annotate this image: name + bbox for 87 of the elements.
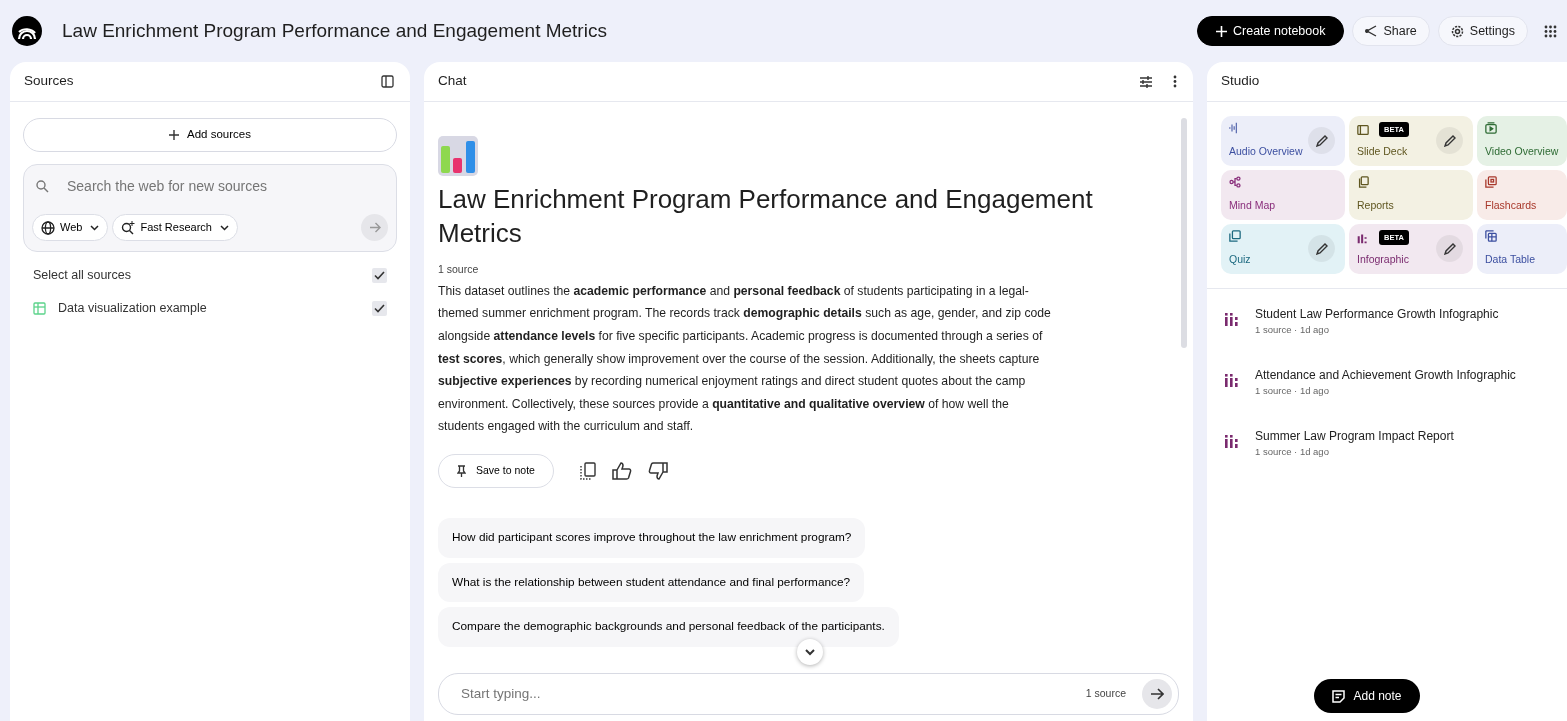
card-label: Reports xyxy=(1357,198,1395,214)
quiz-icon xyxy=(1229,230,1241,242)
flashcards-icon xyxy=(1485,176,1497,188)
suggested-question[interactable]: What is the relationship between student attendance and final performance? xyxy=(438,562,865,603)
settings-button[interactable]: Settings xyxy=(1437,16,1528,46)
source-name[interactable]: Data visualization example xyxy=(58,298,207,318)
search-field[interactable]: Search the web for new sources xyxy=(65,175,384,198)
share-button[interactable]: Share xyxy=(1352,16,1430,46)
panel-title: Chat xyxy=(438,72,467,91)
reports-card[interactable]: Reports xyxy=(1349,170,1473,220)
table-card[interactable]: Data Table xyxy=(1477,224,1567,274)
apps-grid-icon[interactable] xyxy=(1544,24,1557,38)
globe-icon xyxy=(41,220,55,235)
audio-card[interactable]: Audio Overview xyxy=(1221,116,1345,166)
send-button[interactable] xyxy=(1142,679,1172,709)
sparkle-search-icon xyxy=(121,220,136,235)
pin-icon xyxy=(457,464,466,477)
caret-icon xyxy=(219,224,229,231)
panel-title: Sources xyxy=(24,72,74,91)
checkbox[interactable] xyxy=(372,300,387,316)
create-notebook-button[interactable]: Create notebook xyxy=(1197,16,1345,46)
chat-input-field[interactable]: Start typing... 1 source xyxy=(438,673,1179,715)
edit-icon[interactable] xyxy=(1308,127,1335,154)
note-meta: 1 source · 1d ago xyxy=(1255,445,1330,459)
add-sources-button[interactable]: Add sources xyxy=(23,118,397,152)
video-card[interactable]: Video Overview xyxy=(1477,116,1567,166)
note-meta: 1 source · 1d ago xyxy=(1255,384,1330,398)
mind-map-icon xyxy=(1229,176,1241,188)
card-label: Video Overview xyxy=(1485,144,1559,160)
source-count: 1 source xyxy=(1085,686,1126,702)
collapse-panel-icon[interactable] xyxy=(379,73,396,90)
source-count: 1 source xyxy=(438,262,480,277)
notebook-title: Law Enrichment Program Performance and Engagement Metrics xyxy=(62,18,607,43)
app-logo-icon[interactable] xyxy=(12,16,42,46)
card-label: Mind Map xyxy=(1229,198,1277,214)
table-icon xyxy=(1485,230,1497,242)
spreadsheet-icon xyxy=(33,301,46,315)
note-icon xyxy=(1332,689,1346,703)
edit-icon[interactable] xyxy=(1436,235,1463,262)
summary-paragraph: This dataset outlines the academic performance and personal feedback of students participating in a legal-themed summer enrichment program. The records track demographic details such as age, gender, and zip code alongside attendance levels for five specific participants. Academic progress is documented through a series of test scores, which generally show improvement over the course of the session. Additionally, the sheets capture subjective experiences by recording numerical enjoyment ratings and direct student quotes about the camp environment. Collectively, these sources provide a quantitative and qualitative overview of how well the students engaged with the curriculum and staff. xyxy=(438,282,1052,436)
bar-chart-emoji-icon xyxy=(438,136,478,176)
note-title[interactable]: Summer Law Program Impact Report xyxy=(1255,427,1454,445)
mindmap-card[interactable]: Mind Map xyxy=(1221,170,1345,220)
caret-icon xyxy=(90,224,100,231)
more-options-icon[interactable] xyxy=(1171,73,1179,90)
flashcards-card[interactable]: Flashcards xyxy=(1477,170,1567,220)
settings-icon xyxy=(1450,24,1464,38)
checkbox[interactable] xyxy=(372,267,387,283)
note-meta: 1 source · 1d ago xyxy=(1255,323,1330,337)
plus-icon xyxy=(169,130,180,140)
quiz-card[interactable]: Quiz xyxy=(1221,224,1345,274)
thumbs-up-icon[interactable] xyxy=(609,459,634,482)
notebook-heading: Law Enrichment Program Performance and Engagement Metrics xyxy=(438,183,1094,250)
arrow-icon xyxy=(368,222,381,233)
tune-icon[interactable] xyxy=(1137,73,1155,90)
report-icon xyxy=(1357,176,1369,188)
scroll-down-button[interactable] xyxy=(797,639,823,665)
suggested-question[interactable]: How did participant scores improve throughout the law enrichment program? xyxy=(438,517,866,558)
add-note-button[interactable]: Add note xyxy=(1314,679,1420,713)
card-label: Slide Deck xyxy=(1357,144,1409,160)
scrollbar-thumb[interactable] xyxy=(1181,118,1187,348)
note-title[interactable]: Attendance and Achievement Growth Infographic xyxy=(1255,366,1516,384)
card-label: Audio Overview xyxy=(1229,144,1304,160)
card-label: Infographic xyxy=(1357,252,1410,268)
web-dropdown[interactable]: Web xyxy=(32,214,109,241)
plus-icon xyxy=(1216,25,1228,37)
note-title[interactable]: Student Law Performance Growth Infographic xyxy=(1255,305,1499,323)
infographic-icon xyxy=(1225,435,1239,448)
suggested-question[interactable]: Compare the demographic backgrounds and personal feedback of the participants. xyxy=(438,607,899,647)
card-label: Flashcards xyxy=(1485,198,1538,214)
card-label: Quiz xyxy=(1229,252,1252,268)
card-label: Data Table xyxy=(1485,252,1536,268)
panel-title: Studio xyxy=(1221,72,1260,91)
select-all-label: Select all sources xyxy=(33,267,131,284)
edit-icon[interactable] xyxy=(1436,127,1463,154)
slides-icon xyxy=(1357,123,1369,136)
share-icon xyxy=(1365,25,1378,37)
save-to-note-button[interactable]: Save to note xyxy=(438,453,554,488)
infographic-icon xyxy=(1225,374,1239,387)
chevron-down-icon xyxy=(805,648,815,656)
search-icon xyxy=(36,180,49,193)
arrow-icon xyxy=(1150,688,1164,700)
copy-icon[interactable] xyxy=(577,459,598,482)
research-mode-dropdown[interactable]: Fast Research xyxy=(112,214,238,241)
edit-icon[interactable] xyxy=(1308,235,1335,262)
infographic-icon xyxy=(1225,313,1239,326)
video-icon xyxy=(1485,122,1497,134)
